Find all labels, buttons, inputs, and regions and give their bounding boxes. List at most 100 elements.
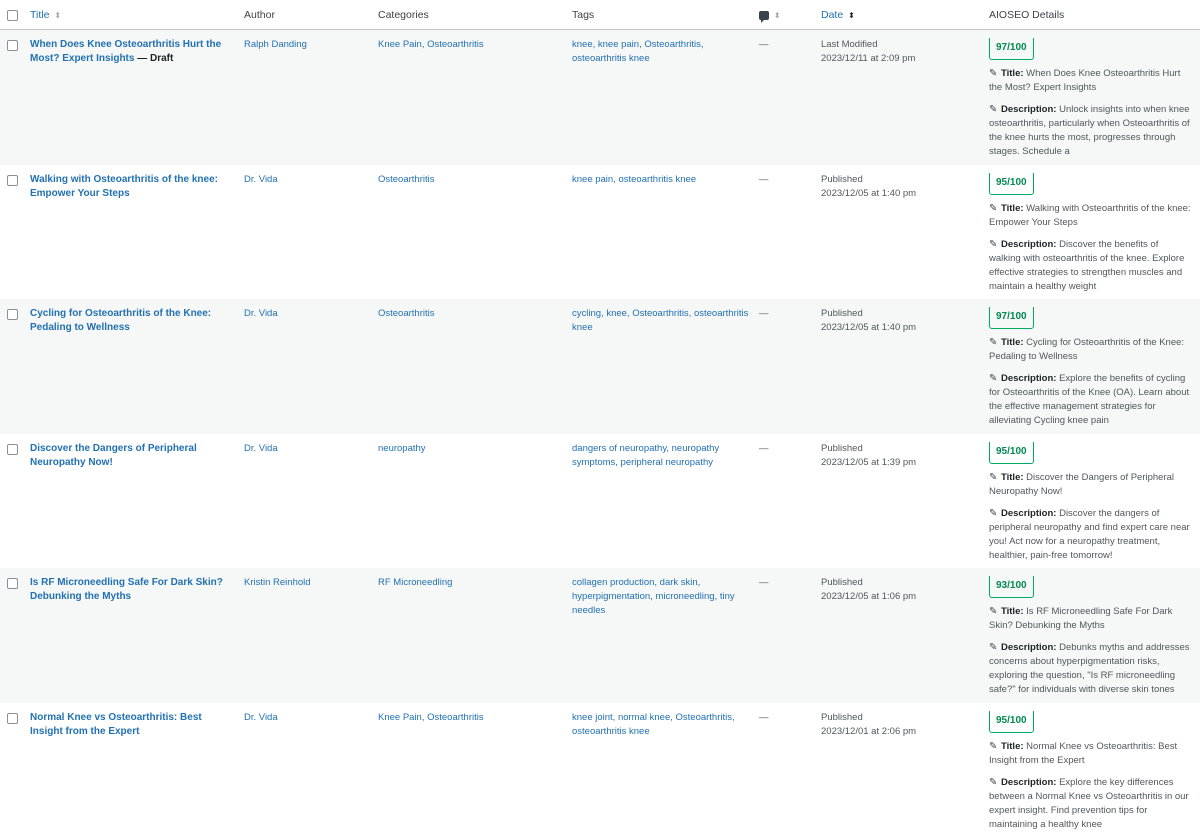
post-title-link[interactable]: Normal Knee vs Osteoarthritis: Best Insi… [30,712,202,737]
post-author-link[interactable]: Dr. Vida [244,711,364,725]
row-checkbox[interactable] [7,713,18,724]
row-checkbox[interactable] [7,444,18,455]
post-date-cell: Published 2023/12/05 at 1:40 pm [821,307,971,335]
post-title-cell: When Does Knee Osteoarthritis Hurt the M… [30,38,230,66]
post-title[interactable]: Walking with Osteoarthritis of the knee:… [30,174,218,199]
post-title-cell: Is RF Microneedling Safe For Dark Skin? … [30,576,230,604]
post-categories-link[interactable]: Knee Pain, Osteoarthritis [378,38,558,52]
seo-score-badge[interactable]: 95/100 [989,711,1034,733]
pencil-icon[interactable]: ✎ [989,641,999,655]
sort-icon[interactable]: ⬍ [848,11,855,20]
column-aioseo-header: AIOSEO Details [989,9,1191,21]
seo-score-badge[interactable]: 95/100 [989,173,1034,195]
aioseo-details-cell: 95/100 ✎Title: Normal Knee vs Osteoarthr… [989,711,1191,829]
post-tags-link[interactable]: knee pain, osteoarthritis knee [572,173,752,187]
row-checkbox[interactable] [7,175,18,186]
post-title[interactable]: Cycling for Osteoarthritis of the Knee: … [30,308,211,333]
post-tags-link[interactable]: dangers of neuropathy, neuropathy sympto… [572,442,752,470]
seo-title-meta: ✎Title: Cycling for Osteoarthritis of th… [989,336,1191,364]
aioseo-details-cell: 95/100 ✎Title: Walking with Osteoarthrit… [989,173,1191,291]
pencil-icon[interactable]: ✎ [989,372,999,386]
sort-icon[interactable]: ⬍ [774,11,781,20]
post-title-cell: Normal Knee vs Osteoarthritis: Best Insi… [30,711,230,739]
post-title-link[interactable]: Is RF Microneedling Safe For Dark Skin? … [30,577,223,602]
post-comments-count: — [759,307,789,321]
select-all-checkbox[interactable] [7,10,18,21]
post-date-value: 2023/12/05 at 1:40 pm [821,187,971,201]
post-categories-link[interactable]: Osteoarthritis [378,307,558,321]
post-title-link[interactable]: Discover the Dangers of Peripheral Neuro… [30,443,197,468]
pencil-icon[interactable]: ✎ [989,740,999,754]
row-checkbox[interactable] [7,40,18,51]
column-date-header[interactable]: Date ⬍ [821,9,971,21]
table-row: Walking with Osteoarthritis of the knee:… [0,165,1200,300]
post-date-cell: Last Modified 2023/12/11 at 2:09 pm [821,38,971,66]
post-date-value: 2023/12/05 at 1:39 pm [821,456,971,470]
post-tags-link[interactable]: collagen production, dark skin, hyperpig… [572,576,752,618]
post-state: — Draft [134,53,173,64]
aioseo-details-cell: 97/100 ✎Title: Cycling for Osteoarthriti… [989,307,1191,425]
seo-score-badge[interactable]: 97/100 [989,38,1034,60]
pencil-icon[interactable]: ✎ [989,202,999,216]
aioseo-details-cell: 97/100 ✎Title: When Does Knee Osteoarthr… [989,38,1191,156]
pencil-icon[interactable]: ✎ [989,103,999,117]
post-date-cell: Published 2023/12/05 at 1:39 pm [821,442,971,470]
seo-score-badge[interactable]: 93/100 [989,576,1034,598]
post-tags-link[interactable]: knee, knee pain, Osteoarthritis, osteoar… [572,38,752,66]
pencil-icon[interactable]: ✎ [989,238,999,252]
column-tags-header: Tags [572,9,752,21]
post-tags-link[interactable]: knee joint, normal knee, Osteoarthritis,… [572,711,752,739]
table-row: When Does Knee Osteoarthritis Hurt the M… [0,30,1200,165]
aioseo-details-cell: 95/100 ✎Title: Discover the Dangers of P… [989,442,1191,560]
post-comments-count: — [759,711,789,725]
row-checkbox[interactable] [7,578,18,589]
post-author-link[interactable]: Ralph Danding [244,38,364,52]
post-title[interactable]: Discover the Dangers of Peripheral Neuro… [30,443,197,468]
pencil-icon[interactable]: ✎ [989,507,999,521]
column-author-header: Author [244,9,364,21]
post-title[interactable]: Normal Knee vs Osteoarthritis: Best Insi… [30,712,202,737]
seo-title-meta: ✎Title: When Does Knee Osteoarthritis Hu… [989,67,1191,95]
seo-description-meta: ✎Description: Explore the key difference… [989,776,1191,829]
post-categories-link[interactable]: neuropathy [378,442,558,456]
post-author-link[interactable]: Dr. Vida [244,307,364,321]
seo-score-badge[interactable]: 97/100 [989,307,1034,329]
post-title[interactable]: When Does Knee Osteoarthritis Hurt the M… [30,39,221,64]
post-date-status: Published [821,307,971,321]
post-author-link[interactable]: Dr. Vida [244,173,364,187]
post-title-link[interactable]: Walking with Osteoarthritis of the knee:… [30,174,218,199]
table-body: When Does Knee Osteoarthritis Hurt the M… [0,30,1200,837]
post-author-link[interactable]: Kristin Reinhold [244,576,364,590]
post-date-value: 2023/12/05 at 1:06 pm [821,590,971,604]
pencil-icon[interactable]: ✎ [989,776,999,790]
column-title-header[interactable]: Title ⬍ [30,9,230,21]
pencil-icon[interactable]: ✎ [989,67,999,81]
post-categories-link[interactable]: RF Microneedling [378,576,558,590]
seo-score-badge[interactable]: 95/100 [989,442,1034,464]
post-date-value: 2023/12/01 at 2:06 pm [821,725,971,739]
pencil-icon[interactable]: ✎ [989,471,999,485]
post-date-status: Published [821,442,971,456]
table-row: Cycling for Osteoarthritis of the Knee: … [0,299,1200,434]
seo-description-meta: ✎Description: Explore the benefits of cy… [989,372,1191,425]
post-title-link[interactable]: When Does Knee Osteoarthritis Hurt the M… [30,39,221,64]
post-comments-count: — [759,576,789,590]
post-categories-link[interactable]: Osteoarthritis [378,173,558,187]
column-comments-header[interactable]: ⬍ [759,9,789,21]
pencil-icon[interactable]: ✎ [989,336,999,350]
seo-title-meta: ✎Title: Normal Knee vs Osteoarthritis: B… [989,740,1191,768]
row-checkbox[interactable] [7,309,18,320]
post-categories-link[interactable]: Knee Pain, Osteoarthritis [378,711,558,725]
seo-description-meta: ✎Description: Debunks myths and addresse… [989,641,1191,694]
post-date-status: Published [821,173,971,187]
pencil-icon[interactable]: ✎ [989,605,999,619]
comment-icon [759,11,769,20]
post-tags-link[interactable]: cycling, knee, Osteoarthritis, osteoarth… [572,307,752,335]
post-author-link[interactable]: Dr. Vida [244,442,364,456]
sort-icon[interactable]: ⬍ [54,11,61,20]
seo-description-meta: ✎Description: Discover the dangers of pe… [989,507,1191,560]
posts-table: Title ⬍ Author Categories Tags ⬍ Date ⬍ … [0,0,1200,837]
post-title-link[interactable]: Cycling for Osteoarthritis of the Knee: … [30,308,211,333]
post-title[interactable]: Is RF Microneedling Safe For Dark Skin? … [30,577,223,602]
aioseo-details-cell: 93/100 ✎Title: Is RF Microneedling Safe … [989,576,1191,694]
